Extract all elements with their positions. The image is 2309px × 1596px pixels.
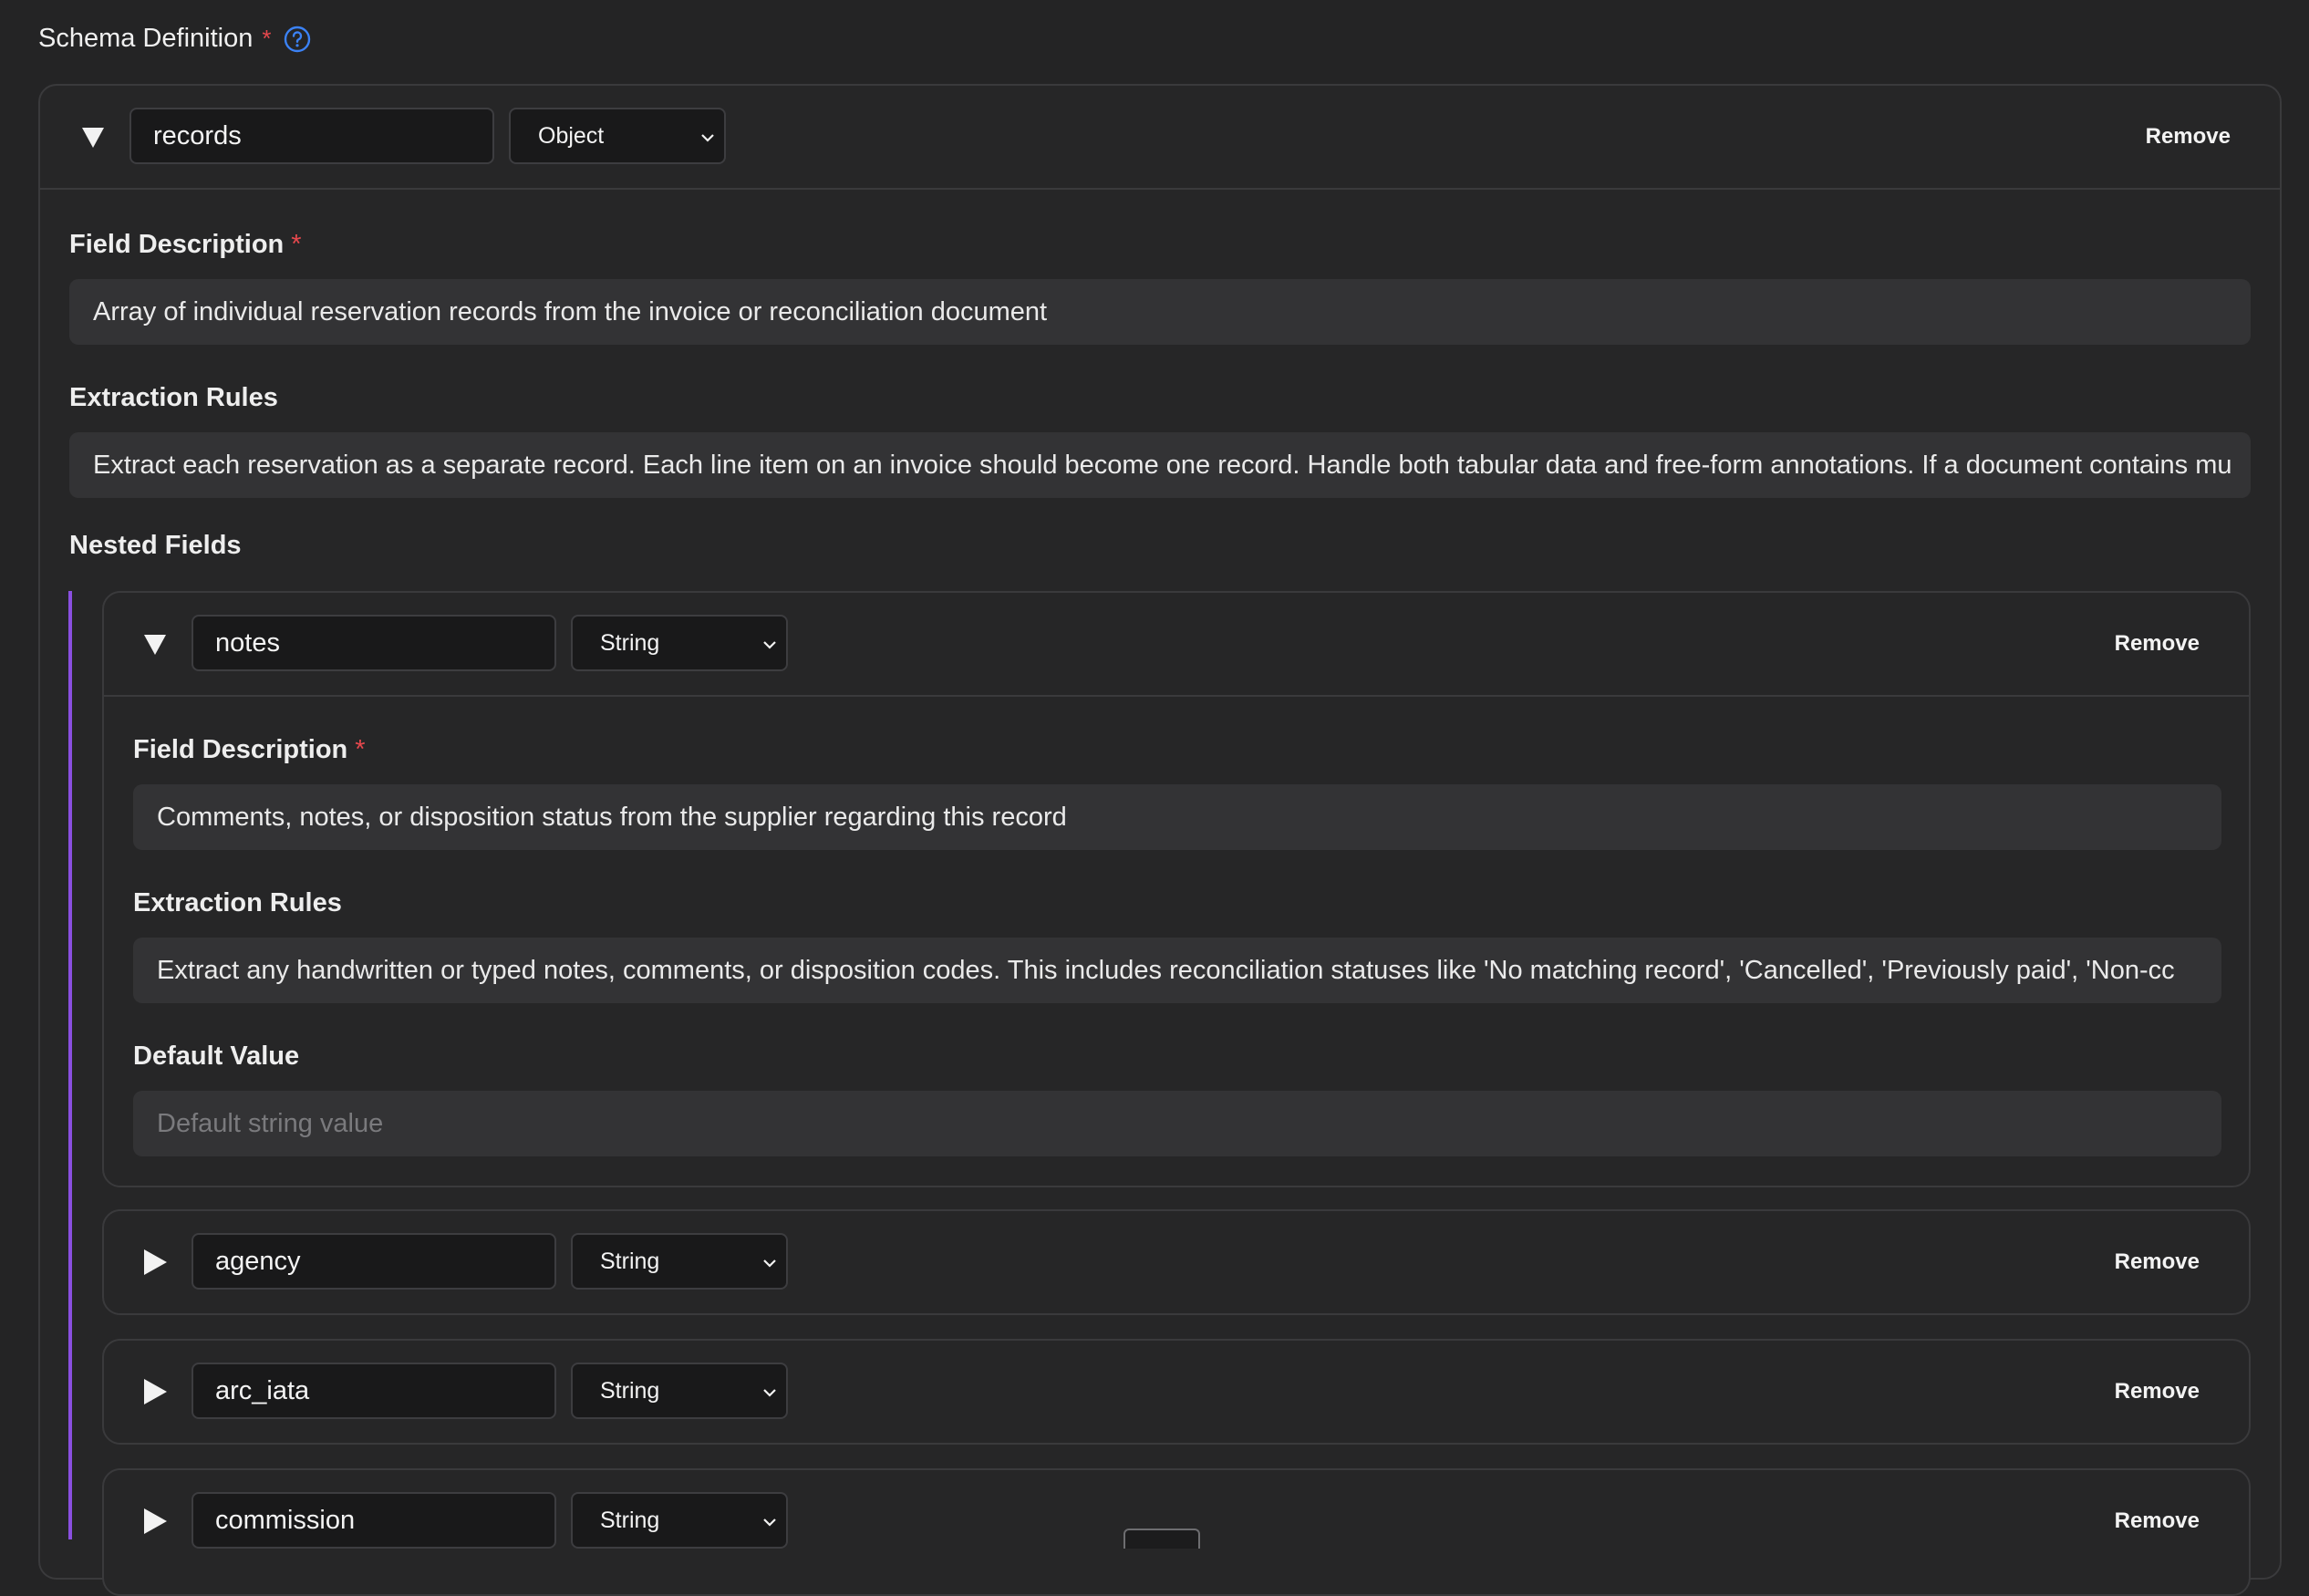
remove-button[interactable]: Remove (2115, 1249, 2200, 1275)
required-indicator: * (262, 25, 272, 52)
field-type-value: String (600, 1377, 660, 1404)
field-type-select[interactable]: Object (509, 108, 726, 164)
field-name-input[interactable] (192, 1233, 556, 1290)
field-type-select[interactable]: String (571, 615, 788, 671)
field-type-value: Object (538, 122, 605, 149)
nested-field-header: String Remove (104, 1341, 2249, 1443)
floating-popover-edge (1123, 1529, 1200, 1549)
field-type-value: String (600, 1248, 660, 1274)
triangle-down-icon (82, 128, 104, 148)
nested-field-card-arc-iata: String Remove (102, 1339, 2251, 1445)
field-description-input[interactable]: Comments, notes, or disposition status f… (133, 784, 2221, 850)
remove-button[interactable]: Remove (2115, 1508, 2200, 1534)
chevron-down-icon (763, 1259, 776, 1268)
schema-definition-header: Schema Definition * (38, 24, 311, 54)
expand-toggle[interactable] (137, 1244, 173, 1280)
extraction-rules-label: Extraction Rules (69, 383, 278, 412)
collapse-toggle[interactable] (75, 119, 111, 155)
triangle-right-icon (144, 1379, 167, 1404)
field-name-input[interactable] (192, 615, 556, 671)
chevron-down-icon (701, 134, 714, 142)
field-description-label: Field Description * (69, 230, 302, 259)
nested-fields-indicator (68, 591, 72, 1539)
extraction-rules-input[interactable]: Extract each reservation as a separate r… (69, 432, 2251, 498)
field-type-select[interactable]: String (571, 1233, 788, 1290)
nested-fields-label: Nested Fields (69, 531, 242, 560)
field-description-label: Field Description * (133, 735, 366, 764)
question-circle-icon[interactable] (284, 26, 311, 53)
nested-field-card-agency: String Remove (102, 1209, 2251, 1315)
remove-button[interactable]: Remove (2115, 631, 2200, 657)
chevron-down-icon (763, 1518, 776, 1527)
field-name-input[interactable] (129, 108, 494, 164)
remove-button[interactable]: Remove (2146, 124, 2231, 150)
field-type-select[interactable]: String (571, 1363, 788, 1419)
field-type-select[interactable]: String (571, 1492, 788, 1549)
field-type-value: String (600, 629, 660, 656)
schema-definition-title: Schema Definition (38, 24, 254, 53)
expand-toggle[interactable] (137, 1373, 173, 1410)
triangle-down-icon (144, 635, 166, 655)
default-value-label: Default Value (133, 1042, 300, 1071)
nested-field-header: String Remove (104, 593, 2249, 697)
field-type-value: String (600, 1507, 660, 1533)
extraction-rules-label: Extraction Rules (133, 888, 342, 917)
collapse-toggle[interactable] (137, 626, 173, 662)
root-field-header: Object Remove (40, 86, 2280, 190)
nested-field-header: String Remove (104, 1211, 2249, 1313)
field-name-input[interactable] (192, 1492, 556, 1549)
triangle-right-icon (144, 1249, 167, 1275)
nested-field-card-notes: String Remove Field Description* Comment… (102, 591, 2251, 1187)
chevron-down-icon (763, 1389, 776, 1397)
chevron-down-icon (763, 641, 776, 649)
expand-toggle[interactable] (137, 1503, 173, 1539)
field-name-input[interactable] (192, 1363, 556, 1419)
nested-field-header: String Remove (104, 1470, 2249, 1572)
default-value-input[interactable]: Default string value (133, 1091, 2221, 1156)
extraction-rules-input[interactable]: Extract any handwritten or typed notes, … (133, 938, 2221, 1003)
remove-button[interactable]: Remove (2115, 1379, 2200, 1404)
field-description-input[interactable]: Array of individual reservation records … (69, 279, 2251, 345)
triangle-right-icon (144, 1508, 167, 1534)
